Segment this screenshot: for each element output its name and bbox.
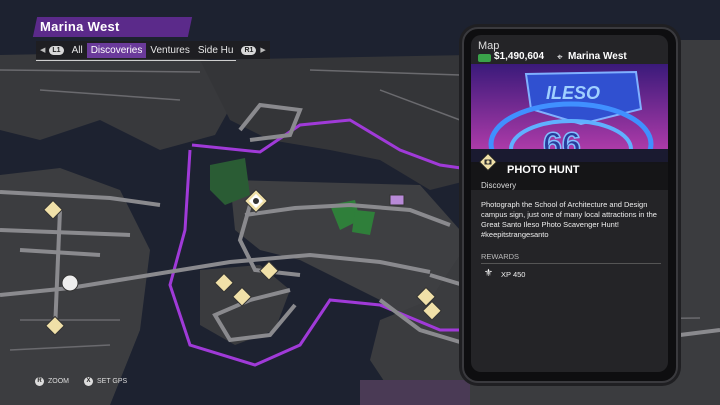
activity-title: PHOTO HUNT [507,164,580,176]
rewards-divider [481,263,661,264]
money-icon [478,54,491,62]
zoom-hint[interactable]: R ZOOM [35,377,69,386]
location-pin-icon: ⌖ [557,52,563,63]
chevron-right-icon: ▶ [260,47,266,54]
region-title: Marina West [40,19,120,34]
shop-marker[interactable] [389,194,405,206]
tab-side-hustles[interactable]: Side Hu [194,43,238,58]
filter-tabs: ◀ L1 All Discoveries Ventures Side Hu R1… [36,41,270,59]
zoom-label: ZOOM [48,378,69,385]
tabs-underline [36,60,236,61]
panel-location: Marina West [568,51,627,62]
svg-text:ILESO: ILESO [546,83,600,103]
rewards-label: REWARDS [481,252,520,261]
activity-type: Discovery [481,181,517,190]
fleur-marker[interactable] [61,274,79,292]
set-gps-hint[interactable]: X SET GPS [84,377,127,386]
zoom-button-icon: R [35,377,44,386]
tab-discoveries[interactable]: Discoveries [86,42,147,58]
activity-preview-image: ILESO 66 [471,64,668,164]
camera-icon [478,152,498,172]
fleur-de-lis-icon: ⚜ [484,268,493,279]
money-value: $1,490,604 [494,51,545,62]
tab-ventures[interactable]: Ventures [146,43,193,58]
tab-all[interactable]: All [68,43,87,58]
chevron-left-icon: ◀ [40,47,46,54]
gps-button-icon: X [84,377,93,386]
set-gps-label: SET GPS [97,378,128,385]
r1-button-icon[interactable]: R1 [241,45,257,55]
activity-description: Photograph the School of Architecture an… [481,200,657,239]
l1-button-icon[interactable]: L1 [49,45,64,55]
reward-xp: XP 450 [501,270,526,279]
